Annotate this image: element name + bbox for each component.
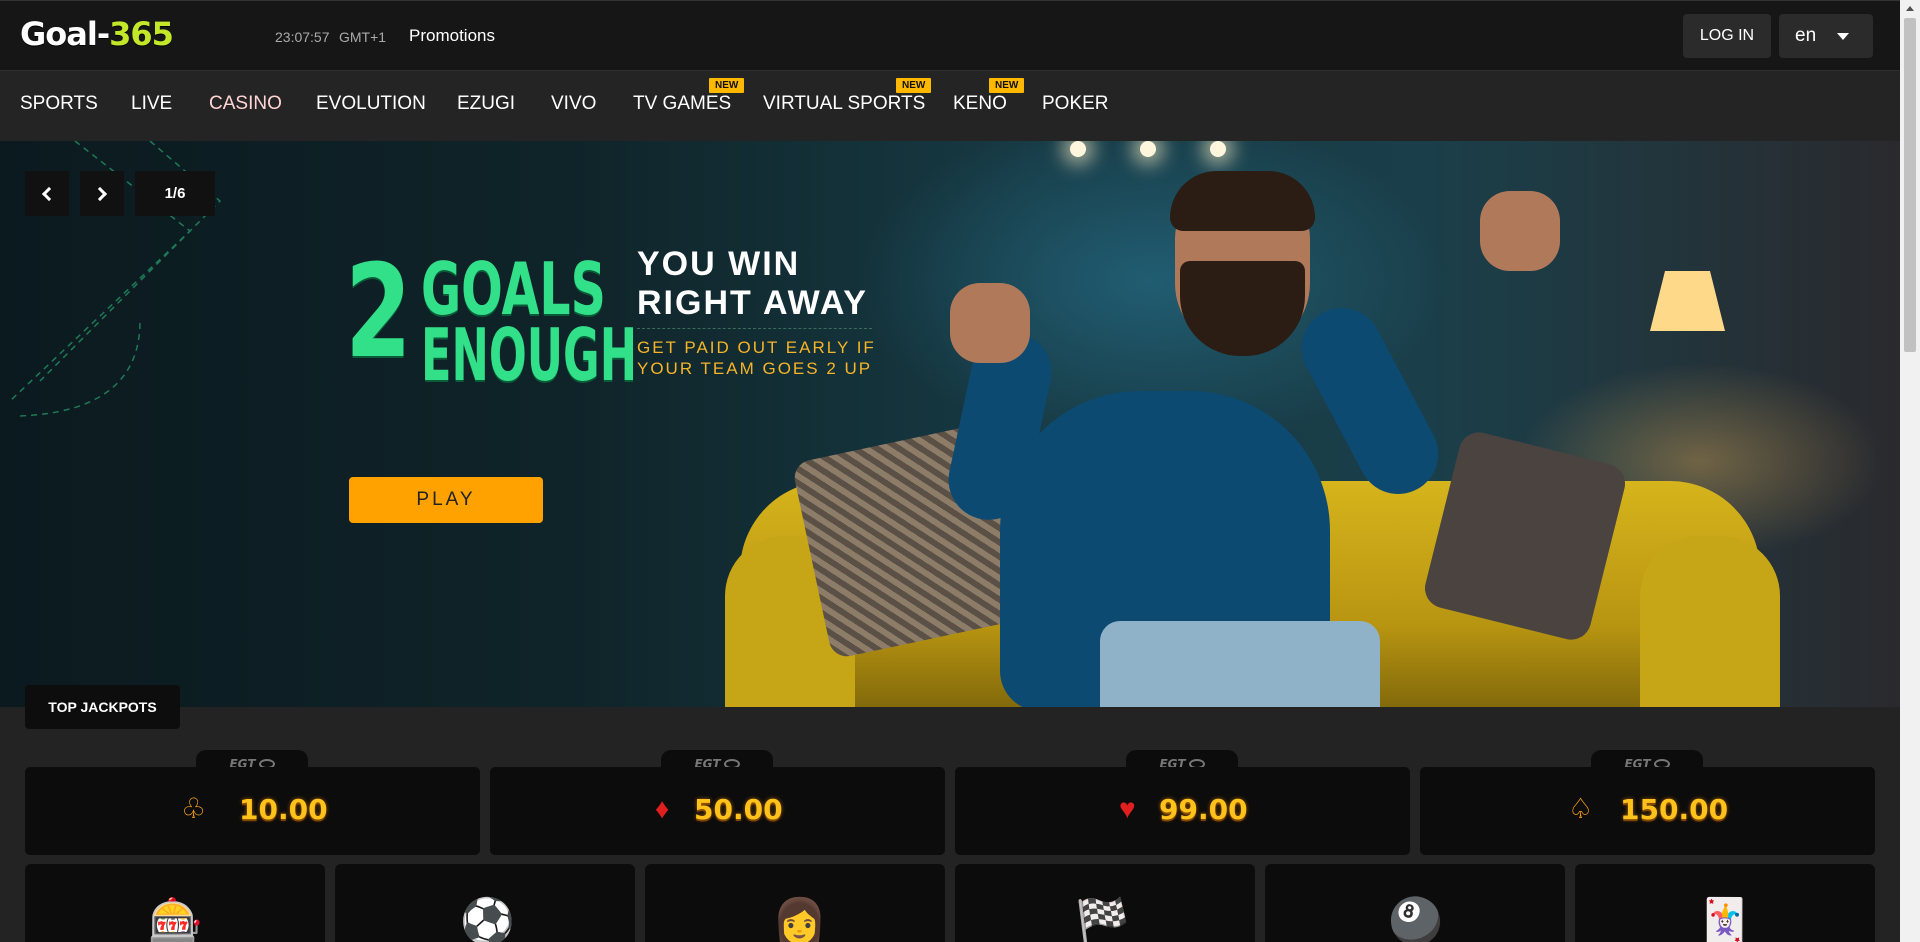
billiard-ball-icon: 🎱 xyxy=(1388,897,1443,942)
ceiling-light xyxy=(1140,141,1156,157)
scroll-up-arrow-icon[interactable] xyxy=(1906,6,1914,11)
nav-item-label: VIRTUAL SPORTS xyxy=(763,93,926,114)
timezone-label: GMT+1 xyxy=(339,29,387,45)
promo-subtext-1: GET PAID OUT EARLY IF xyxy=(637,338,876,357)
chevron-right-icon xyxy=(92,186,108,201)
live-dealer-icon: 👩 xyxy=(772,897,827,942)
logo-accent-text: 365 xyxy=(109,15,174,53)
diamond-icon: ♦ xyxy=(655,793,670,824)
soccer-ball-icon: ⚽ xyxy=(460,897,515,942)
ceiling-light xyxy=(1210,141,1226,157)
nav-item-keno[interactable]: KENO NEW xyxy=(953,78,1025,115)
person-fist xyxy=(950,283,1030,363)
jackpot-amount: 150.00 xyxy=(1620,793,1729,826)
play-button[interactable]: PLAY xyxy=(349,477,543,523)
nav-item-live[interactable]: LIVE xyxy=(131,93,172,115)
nav-item-virtual-sports[interactable]: VIRTUAL SPORTS NEW xyxy=(763,78,932,115)
top-bar: Goal-365 23:07:57 GMT+1 Promotions LOG I… xyxy=(0,0,1900,70)
promo-headline-1: YOU WIN xyxy=(637,245,801,283)
language-select[interactable]: en xyxy=(1779,14,1873,58)
jackpot-amount: 10.00 xyxy=(239,793,328,826)
new-badge: NEW xyxy=(709,78,745,93)
playing-cards-icon: 🃏 xyxy=(1697,897,1752,942)
lamp-decoration xyxy=(1650,271,1725,331)
jackpot-amount: 50.00 xyxy=(694,793,783,826)
page: Goal-365 23:07:57 GMT+1 Promotions LOG I… xyxy=(0,0,1920,942)
promo-subtext-2: YOUR TEAM GOES 2 UP xyxy=(637,359,873,378)
ceiling-light xyxy=(1070,141,1086,157)
slot-machine-icon: 🎰 xyxy=(148,897,203,942)
site-logo[interactable]: Goal-365 xyxy=(20,15,174,53)
nav-item-label: TV GAMES xyxy=(633,93,732,114)
promo-word-enough: ENOUGH xyxy=(421,313,638,397)
chevron-left-icon xyxy=(41,186,57,201)
racing-icon: 🏁 xyxy=(1075,897,1130,942)
new-badge: NEW xyxy=(989,78,1025,93)
nav-item-label: KENO xyxy=(953,93,1007,114)
nav-item-casino[interactable]: CASINO xyxy=(209,93,282,115)
person-beard xyxy=(1180,261,1305,356)
jackpot-amount: 99.00 xyxy=(1159,793,1248,826)
nav-item-evolution[interactable]: EVOLUTION xyxy=(316,93,426,115)
nav-item-poker[interactable]: POKER xyxy=(1042,93,1109,115)
slider-prev-button[interactable] xyxy=(25,171,69,216)
nav-item-sports[interactable]: SPORTS xyxy=(20,93,98,115)
logo-main-text: Goal- xyxy=(20,15,110,53)
divider xyxy=(637,328,872,329)
slide-counter: 1/6 xyxy=(135,171,215,216)
scroll-thumb[interactable] xyxy=(1904,18,1916,352)
slider-next-button[interactable] xyxy=(80,171,124,216)
top-jackpots-label: TOP JACKPOTS xyxy=(25,685,180,729)
page-scrollbar[interactable] xyxy=(1900,0,1920,942)
language-value: en xyxy=(1795,25,1817,46)
sofa-arm xyxy=(1640,536,1780,707)
spade-icon: ♤ xyxy=(1568,793,1594,824)
promo-headline-2: RIGHT AWAY xyxy=(637,284,868,322)
heart-icon: ♥ xyxy=(1119,793,1136,824)
club-icon: ♧ xyxy=(181,793,207,824)
nav-item-vivo[interactable]: VIVO xyxy=(551,93,596,115)
nav-item-ezugi[interactable]: EZUGI xyxy=(457,93,515,115)
new-badge: NEW xyxy=(896,78,932,93)
login-button[interactable]: LOG IN xyxy=(1683,14,1771,58)
person-hair xyxy=(1170,171,1315,231)
clock: 23:07:57 xyxy=(275,29,330,45)
nav-item-tv-games[interactable]: TV GAMES NEW xyxy=(633,78,745,115)
main-nav: SPORTS LIVE CASINO EVOLUTION EZUGI VIVO … xyxy=(0,70,1900,141)
person-fist xyxy=(1480,191,1560,271)
person-jeans xyxy=(1100,621,1380,707)
hero-banner[interactable]: 1/6 2 GOALS ENOUGH YOU WIN RIGHT AWAY GE… xyxy=(0,141,1900,707)
promotions-link[interactable]: Promotions xyxy=(409,26,495,46)
promo-big-number: 2 xyxy=(345,238,412,387)
chevron-down-icon xyxy=(1837,33,1849,40)
